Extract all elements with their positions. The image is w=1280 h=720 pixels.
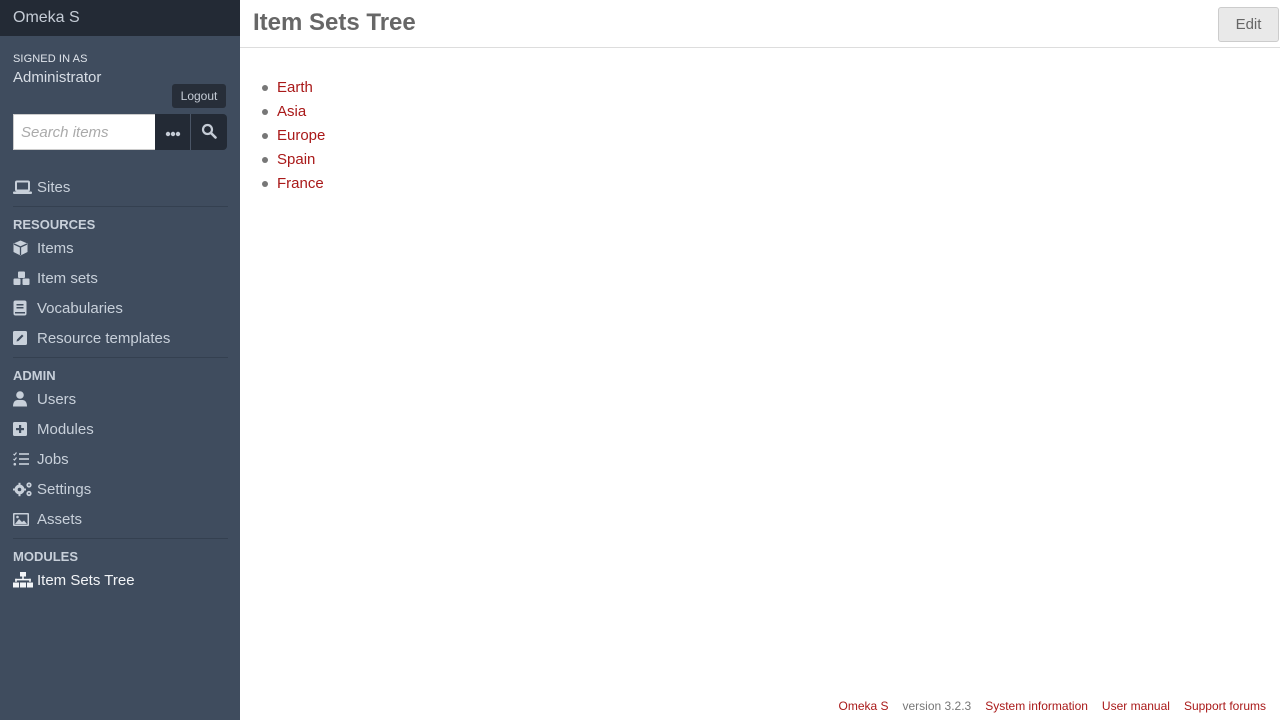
tree-item: Asia — [262, 100, 325, 124]
bullet-icon — [262, 181, 268, 187]
signed-in-label: SIGNED IN AS — [13, 53, 88, 65]
sitemap-icon — [13, 572, 37, 588]
footer-user-manual-link[interactable]: User manual — [1102, 699, 1170, 713]
sidebar-item-sites[interactable]: Sites — [13, 172, 228, 202]
sidebar-item-jobs[interactable]: Jobs — [13, 444, 228, 474]
tree-item: Europe — [262, 124, 325, 148]
sidebar-item-label: Assets — [37, 510, 83, 528]
sidebar-item-modules[interactable]: Modules — [13, 414, 228, 444]
ellipsis-icon — [165, 125, 181, 140]
cube-icon — [13, 240, 37, 256]
book-icon — [13, 300, 37, 316]
search-form — [13, 114, 227, 150]
footer-support-forums-link[interactable]: Support forums — [1184, 699, 1266, 713]
tree-item-link[interactable]: Europe — [277, 124, 325, 148]
edit-icon — [13, 331, 37, 345]
image-icon — [13, 512, 37, 526]
sidebar-item-item-sets-tree[interactable]: Item Sets Tree — [13, 565, 228, 595]
tree-item: France — [262, 172, 325, 196]
sidebar-item-label: Modules — [37, 420, 94, 438]
edit-button[interactable]: Edit — [1218, 7, 1279, 42]
sidebar-item-label: Items — [37, 239, 74, 257]
divider — [13, 538, 228, 539]
sidebar-item-vocabularies[interactable]: Vocabularies — [13, 293, 228, 323]
footer-omeka-link[interactable]: Omeka S — [838, 699, 888, 713]
sidebar-item-settings[interactable]: Settings — [13, 474, 228, 504]
tree-item-link[interactable]: Spain — [277, 148, 315, 172]
search-input[interactable] — [13, 114, 155, 150]
sidebar-item-label: Sites — [37, 178, 71, 196]
bullet-icon — [262, 85, 268, 91]
footer: Omeka S version 3.2.3 System information… — [838, 699, 1266, 713]
search-submit-button[interactable] — [191, 114, 227, 150]
user-icon — [13, 391, 37, 407]
page-title: Item Sets Tree — [253, 9, 416, 36]
divider — [13, 357, 228, 358]
sidebar-item-users[interactable]: Users — [13, 384, 228, 414]
cogs-icon — [13, 481, 37, 497]
sidebar-item-label: Item Sets Tree — [37, 571, 135, 589]
sidebar: Omeka S SIGNED IN AS Administrator Logou… — [0, 0, 240, 720]
plus-square-icon — [13, 422, 37, 436]
main-content: Item Sets Tree Edit Earth Asia Europe Sp… — [240, 0, 1280, 720]
page-header: Item Sets Tree Edit — [240, 0, 1280, 48]
section-label-modules: MODULES — [13, 549, 78, 564]
user-name-link[interactable]: Administrator — [13, 69, 101, 86]
version-text: version 3.2.3 — [902, 699, 972, 713]
tasks-icon — [13, 452, 37, 466]
sidebar-item-label: Settings — [37, 480, 92, 498]
sidebar-item-label: Item sets — [37, 269, 98, 287]
tree-item-link[interactable]: France — [277, 172, 324, 196]
sidebar-item-assets[interactable]: Assets — [13, 504, 228, 534]
sidebar-nav: Sites RESOURCES Items Item sets Vocabula… — [13, 172, 228, 595]
item-sets-tree: Earth Asia Europe Spain France — [262, 76, 325, 196]
laptop-icon — [13, 180, 37, 195]
footer-system-information-link[interactable]: System information — [985, 699, 1088, 713]
bullet-icon — [262, 157, 268, 163]
bullet-icon — [262, 133, 268, 139]
bullet-icon — [262, 109, 268, 115]
tree-item: Earth — [262, 76, 325, 100]
divider — [13, 206, 228, 207]
sidebar-item-resource-templates[interactable]: Resource templates — [13, 323, 228, 353]
logout-button[interactable]: Logout — [172, 84, 226, 108]
sidebar-item-label: Resource templates — [37, 329, 171, 347]
sidebar-item-label: Vocabularies — [37, 299, 123, 317]
section-label-admin: ADMIN — [13, 368, 56, 383]
advanced-search-button[interactable] — [155, 114, 191, 150]
brand-link[interactable]: Omeka S — [0, 0, 240, 36]
tree-item-link[interactable]: Asia — [277, 100, 306, 124]
cubes-icon — [13, 271, 37, 286]
sidebar-item-item-sets[interactable]: Item sets — [13, 263, 228, 293]
sidebar-item-label: Users — [37, 390, 77, 408]
user-area: SIGNED IN AS Administrator Logout — [0, 36, 240, 114]
section-label-resources: RESOURCES — [13, 217, 96, 232]
tree-item-link[interactable]: Earth — [277, 76, 313, 100]
sidebar-item-label: Jobs — [37, 450, 69, 468]
tree-item: Spain — [262, 148, 325, 172]
sidebar-item-items[interactable]: Items — [13, 233, 228, 263]
search-icon — [201, 123, 217, 142]
